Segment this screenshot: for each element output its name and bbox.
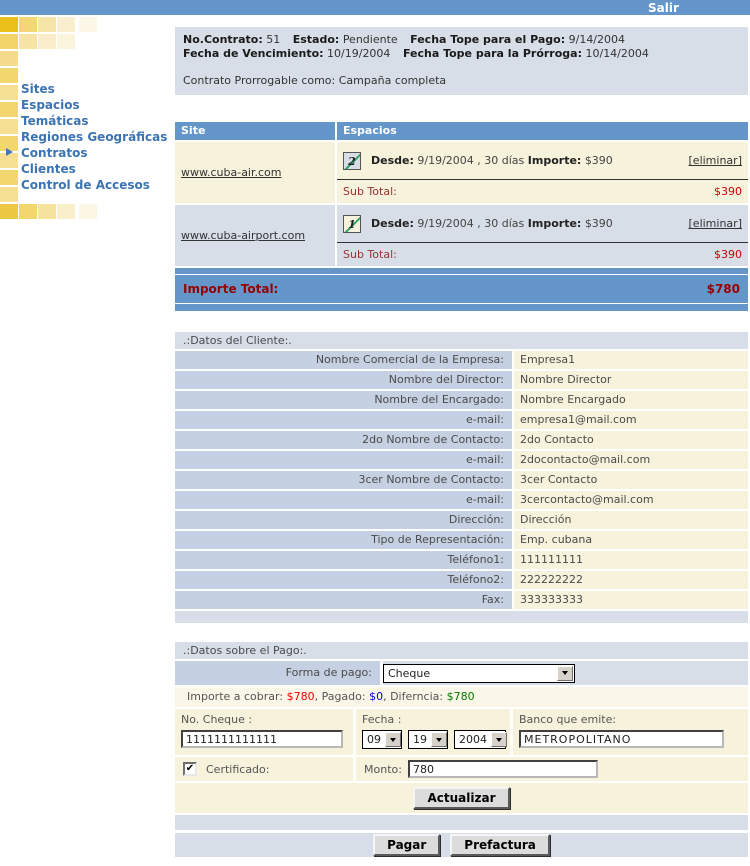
chevron-down-icon [385, 732, 401, 747]
fecha-month-select[interactable]: 09 [362, 730, 402, 749]
fecha-label: Fecha : [362, 713, 504, 726]
importe-total-label: Importe Total: [183, 282, 278, 296]
sidebar-item-contratos[interactable]: Contratos [21, 145, 167, 161]
subtotal-row: Sub Total: $390 [337, 243, 748, 266]
banco-label: Banco que emite: [519, 713, 742, 726]
contract-prorrogable-line: Contrato Prorrogable como: Campaña compl… [183, 74, 740, 88]
certificado-checkbox[interactable]: ✔ [183, 762, 197, 776]
client-row: e-mail:3cercontacto@mail.com [175, 491, 748, 509]
client-row: Nombre Comercial de la Empresa:Empresa1 [175, 351, 748, 369]
client-row: e-mail:2docontacto@mail.com [175, 451, 748, 469]
espacio-stat-icon[interactable]: 2 [343, 152, 361, 170]
payment-section: .:Datos sobre el Pago:. Forma de pago: C… [175, 642, 748, 813]
main-content: No.Contrato: 51 Estado: Pendiente Fecha … [175, 27, 748, 857]
pagar-button[interactable]: Pagar [373, 834, 440, 856]
client-row: Teléfono1:111111111 [175, 551, 748, 569]
top-bar: Salir [0, 0, 750, 15]
sites-table: Site Espacios www.cuba-air.com 2 Desde: … [175, 122, 748, 311]
monto-label: Monto: [364, 763, 402, 776]
espacio-detail: Desde: 9/19/2004 , 30 días Importe: $390 [371, 154, 613, 167]
espacio-stat-icon[interactable]: 1 [343, 215, 361, 233]
fecha-day-select[interactable]: 19 [408, 730, 448, 749]
column-header-site: Site [175, 122, 335, 140]
client-row: Fax:333333333 [175, 591, 748, 609]
sidebar-item-sites[interactable]: Sites [21, 81, 167, 97]
client-row: Nombre del Director:Nombre Director [175, 371, 748, 389]
certificado-label: Certificado: [206, 763, 269, 776]
payment-method-row: Forma de pago: Cheque [175, 661, 748, 685]
contract-summary: No.Contrato: 51 Estado: Pendiente Fecha … [175, 27, 748, 95]
banco-input[interactable] [519, 730, 724, 748]
payment-actions: Actualizar [175, 783, 748, 813]
footer-actions: Pagar Prefactura [175, 833, 748, 857]
sidebar-menu: Sites Espacios Temáticas Regiones Geográ… [21, 81, 167, 193]
fecha-year-select[interactable]: 2004 [454, 730, 506, 749]
client-data-section: .:Datos del Cliente:. Nombre Comercial d… [175, 332, 748, 623]
sidebar-item-espacios[interactable]: Espacios [21, 97, 167, 113]
table-row: www.cuba-airport.com 1 Desde: 9/19/2004 … [175, 205, 748, 266]
site-link[interactable]: www.cuba-air.com [181, 166, 282, 179]
client-row: Tipo de Representación:Emp. cubana [175, 531, 748, 549]
sidebar-item-control-de-accesos[interactable]: Control de Accesos [21, 177, 167, 193]
chevron-down-icon [491, 732, 507, 747]
importe-total-value: $780 [707, 282, 740, 296]
actualizar-button[interactable]: Actualizar [413, 787, 509, 809]
client-row: Nombre del Encargado:Nombre Encargado [175, 391, 748, 409]
column-header-espacios: Espacios [337, 122, 748, 140]
payment-section-title: .:Datos sobre el Pago:. [175, 642, 748, 659]
client-row: 3cer Nombre de Contacto:3cer Contacto [175, 471, 748, 489]
site-link[interactable]: www.cuba-airport.com [181, 229, 305, 242]
contract-summary-line1: No.Contrato: 51 Estado: Pendiente Fecha … [183, 33, 740, 47]
client-row: Teléfono2:222222222 [175, 571, 748, 589]
client-row: 2do Nombre de Contacto:2do Contacto [175, 431, 748, 449]
sidebar-item-clientes[interactable]: Clientes [21, 161, 167, 177]
importe-a-cobrar-value: $780 [287, 690, 315, 703]
cheque-number-input[interactable] [181, 730, 343, 748]
payment-fields-row2: ✔ Certificado: Monto: [175, 757, 748, 781]
client-section-title: .:Datos del Cliente:. [175, 332, 748, 349]
espacio-detail: Desde: 9/19/2004 , 30 días Importe: $390 [371, 217, 613, 230]
payment-method-select[interactable]: Cheque [383, 664, 575, 683]
chevron-down-icon [557, 666, 573, 681]
prefactura-button[interactable]: Prefactura [450, 834, 550, 856]
logout-link[interactable]: Salir [648, 1, 679, 15]
contract-summary-line2: Fecha de Vencimiento: 10/19/2004 Fecha T… [183, 47, 740, 61]
table-row: www.cuba-air.com 2 Desde: 9/19/2004 , 30… [175, 142, 748, 203]
client-row: Dirección:Dirección [175, 511, 748, 529]
sidebar-item-tematicas[interactable]: Temáticas [21, 113, 167, 129]
importe-total-row: Importe Total: $780 [175, 268, 748, 311]
cheque-number-label: No. Cheque : [181, 713, 347, 726]
footer-spacer [175, 815, 748, 830]
diferencia-value: $780 [447, 690, 475, 703]
subtotal-row: Sub Total: $390 [337, 180, 748, 203]
pagado-value: $0 [369, 690, 383, 703]
eliminar-link[interactable]: [eliminar] [689, 217, 742, 230]
chevron-down-icon [431, 732, 447, 747]
payment-summary: Importe a cobrar: $780, Pagado: $0, Dife… [175, 687, 748, 707]
client-section-footer [175, 611, 748, 623]
sidebar-item-regiones-geograficas[interactable]: Regiones Geográficas [21, 129, 167, 145]
active-item-arrow-icon [6, 148, 13, 156]
eliminar-link[interactable]: [eliminar] [689, 154, 742, 167]
client-row: e-mail:empresa1@mail.com [175, 411, 748, 429]
monto-input[interactable] [408, 760, 598, 778]
payment-method-label: Forma de pago: [175, 661, 380, 685]
payment-fields-row: No. Cheque : Fecha : 09 19 2004 [175, 709, 748, 755]
sites-table-header: Site Espacios [175, 122, 748, 140]
